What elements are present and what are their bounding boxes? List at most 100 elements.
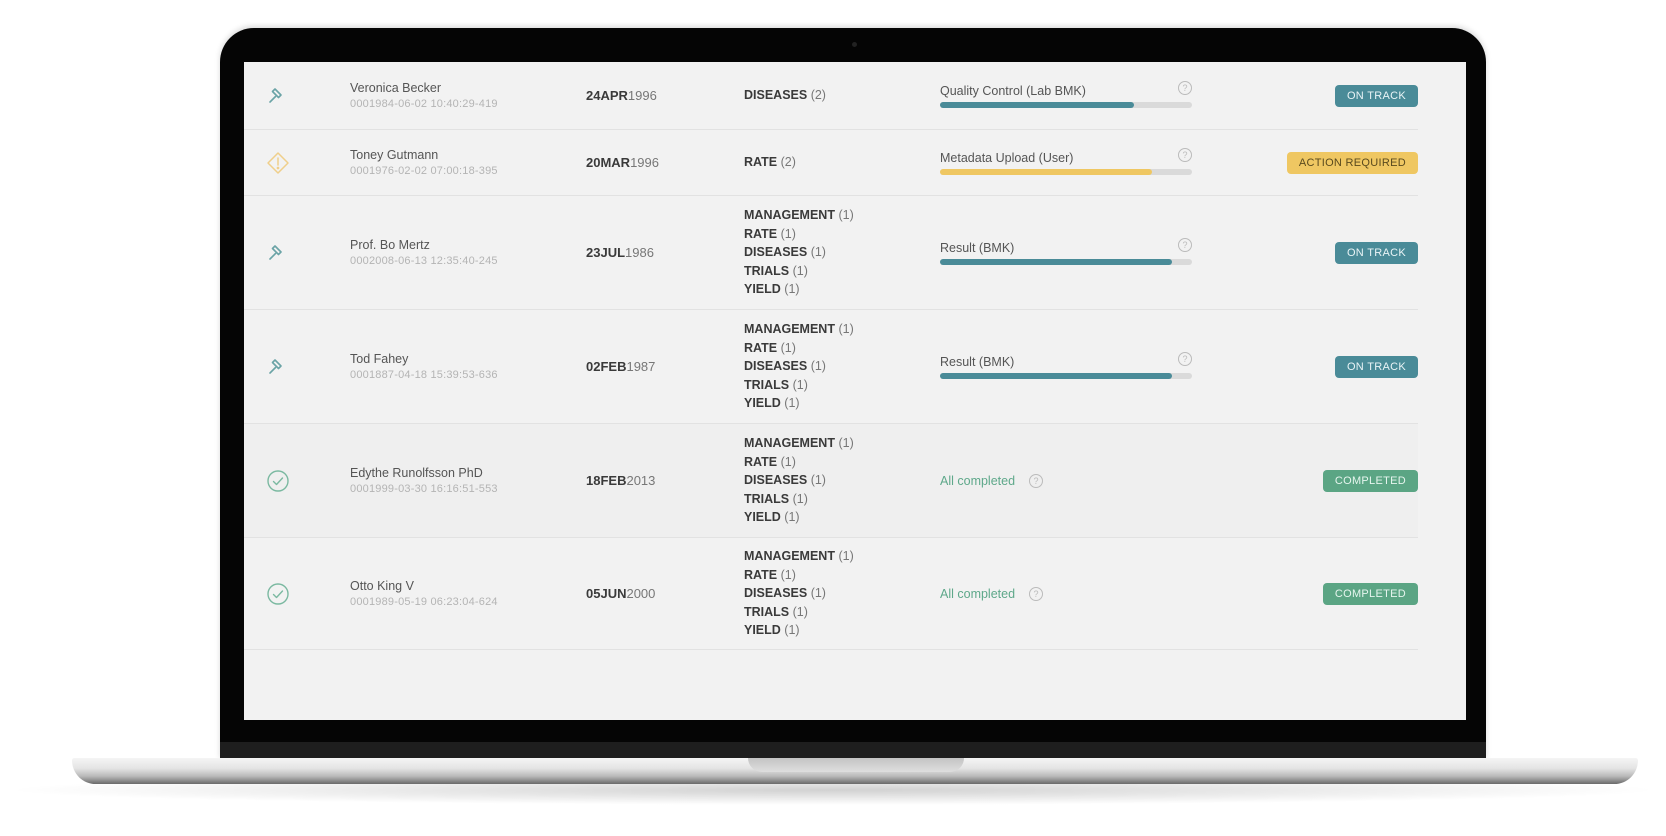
progress-bar <box>940 372 1192 379</box>
row-name[interactable]: Edythe Runolfsson PhD <box>350 466 586 480</box>
laptop-base <box>72 758 1638 784</box>
category-item: DISEASES (1) <box>744 243 940 262</box>
category-item: MANAGEMENT (1) <box>744 547 940 566</box>
progress-fill <box>940 101 1135 108</box>
base-notch <box>748 758 964 772</box>
category-label: DISEASES <box>744 245 811 260</box>
row-date-daymonth: 23JUL <box>586 245 626 260</box>
category-item: RATE (1) <box>744 566 940 585</box>
category-count: (1) <box>780 226 796 241</box>
category-item: MANAGEMENT (1) <box>744 320 940 339</box>
category-count: (1) <box>838 208 854 223</box>
row-progress: All completed? <box>940 585 1240 603</box>
category-item: YIELD (1) <box>744 508 940 527</box>
row-date-year: 1987 <box>626 359 656 374</box>
row-categories: MANAGEMENT (1) RATE (1) DISEASES (1) TRIALS… <box>744 539 940 648</box>
table-row[interactable]: Toney Gutmann 0001976-02-02 07:00:18-395… <box>244 130 1418 196</box>
screen: Veronica Becker 0001984-06-02 10:40:29-4… <box>244 62 1466 720</box>
category-label: RATE <box>744 567 781 582</box>
table-row[interactable]: Tod Fahey 0001887-04-18 15:39:53-636 02F… <box>244 310 1418 424</box>
category-count: (1) <box>838 549 854 564</box>
category-label: RATE <box>744 226 781 241</box>
row-categories: MANAGEMENT (1) RATE (1) DISEASES (1) TRIALS… <box>744 312 940 421</box>
study-table: Veronica Becker 0001984-06-02 10:40:29-4… <box>244 62 1466 650</box>
help-icon[interactable]: ? <box>1029 473 1044 488</box>
category-label: TRIALS <box>744 604 793 619</box>
progress-label: Quality Control (Lab BMK) <box>940 83 1086 98</box>
progress-bar <box>940 258 1192 265</box>
row-icon-cell <box>244 357 350 377</box>
row-id: 0001989-05-19 06:23:04-624 <box>350 596 498 608</box>
row-status-cell: COMPLETED <box>1240 582 1418 605</box>
row-date-daymonth: 18FEB <box>586 473 627 488</box>
row-date-year: 1996 <box>630 155 659 170</box>
row-icon-cell <box>244 469 350 493</box>
category-count: (1) <box>780 454 796 469</box>
row-status-cell: COMPLETED <box>1240 469 1418 492</box>
row-date-daymonth: 24APR <box>586 88 628 103</box>
category-item: MANAGEMENT (1) <box>744 434 940 453</box>
row-id: 0001976-02-02 07:00:18-395 <box>350 165 498 177</box>
category-label: MANAGEMENT <box>744 436 839 451</box>
category-count: (1) <box>810 245 826 260</box>
category-label: TRIALS <box>744 491 793 506</box>
row-progress: ? Metadata Upload (User) <box>940 147 1240 175</box>
progress-fill <box>940 258 1172 265</box>
wrench-icon <box>266 86 286 106</box>
all-completed-label: All completed? <box>940 473 1044 488</box>
category-label: TRIALS <box>744 263 793 278</box>
row-status-cell: ON TRACK <box>1240 84 1418 107</box>
check-circle-icon <box>266 582 290 606</box>
row-id: 0002008-06-13 12:35:40-245 <box>350 255 498 267</box>
progress-label: Metadata Upload (User) <box>940 150 1074 165</box>
help-icon[interactable]: ? <box>1178 80 1192 95</box>
row-progress: ? Quality Control (Lab BMK) <box>940 80 1240 108</box>
row-date: 23JUL1986 <box>586 245 744 260</box>
category-count: (1) <box>784 282 800 297</box>
row-name[interactable]: Tod Fahey <box>350 352 586 366</box>
help-icon[interactable]: ? <box>1029 586 1044 601</box>
category-count: (2) <box>810 88 826 103</box>
laptop-lid: Veronica Becker 0001984-06-02 10:40:29-4… <box>220 28 1486 760</box>
category-count: (1) <box>780 340 796 355</box>
category-label: RATE <box>744 155 781 170</box>
row-categories: MANAGEMENT (1) RATE (1) DISEASES (1) TRIALS… <box>744 426 940 535</box>
category-count: (1) <box>810 586 826 601</box>
row-id: 0001887-04-18 15:39:53-636 <box>350 369 498 381</box>
row-categories: MANAGEMENT (1) RATE (1) DISEASES (1) TRIALS… <box>744 198 940 307</box>
category-count: (1) <box>810 473 826 488</box>
progress-bar <box>940 168 1192 175</box>
category-label: YIELD <box>744 282 785 297</box>
category-item: RATE (2) <box>744 153 940 172</box>
row-name[interactable]: Otto King V <box>350 579 586 593</box>
row-icon-cell <box>244 582 350 606</box>
category-count: (1) <box>792 377 808 392</box>
progress-fill <box>940 372 1172 379</box>
category-label: MANAGEMENT <box>744 549 839 564</box>
category-item: RATE (1) <box>744 339 940 358</box>
category-count: (2) <box>780 155 796 170</box>
category-label: MANAGEMENT <box>744 322 839 337</box>
category-count: (1) <box>792 604 808 619</box>
table-row[interactable]: Prof. Bo Mertz 0002008-06-13 12:35:40-24… <box>244 196 1418 310</box>
help-icon[interactable]: ? <box>1178 147 1192 162</box>
row-name[interactable]: Toney Gutmann <box>350 148 586 162</box>
status-badge: COMPLETED <box>1322 582 1418 605</box>
table-row[interactable]: Otto King V 0001989-05-19 06:23:04-624 0… <box>244 538 1418 650</box>
status-badge: ON TRACK <box>1334 355 1418 378</box>
row-date: 18FEB2013 <box>586 473 744 488</box>
row-name[interactable]: Veronica Becker <box>350 81 586 95</box>
help-icon[interactable]: ? <box>1178 237 1192 252</box>
category-count: (1) <box>780 567 796 582</box>
table-row[interactable]: Veronica Becker 0001984-06-02 10:40:29-4… <box>244 62 1418 130</box>
row-name-cell: Veronica Becker 0001984-06-02 10:40:29-4… <box>350 81 586 110</box>
table-row[interactable]: Edythe Runolfsson PhD 0001999-03-30 16:1… <box>244 424 1418 538</box>
category-item: TRIALS (1) <box>744 490 940 509</box>
row-name[interactable]: Prof. Bo Mertz <box>350 238 586 252</box>
row-name-cell: Prof. Bo Mertz 0002008-06-13 12:35:40-24… <box>350 238 586 267</box>
progress-label: Result (BMK) <box>940 354 1015 369</box>
category-item: RATE (1) <box>744 453 940 472</box>
category-count: (1) <box>838 436 854 451</box>
help-icon[interactable]: ? <box>1178 351 1192 366</box>
row-date-daymonth: 05JUN <box>586 586 627 601</box>
